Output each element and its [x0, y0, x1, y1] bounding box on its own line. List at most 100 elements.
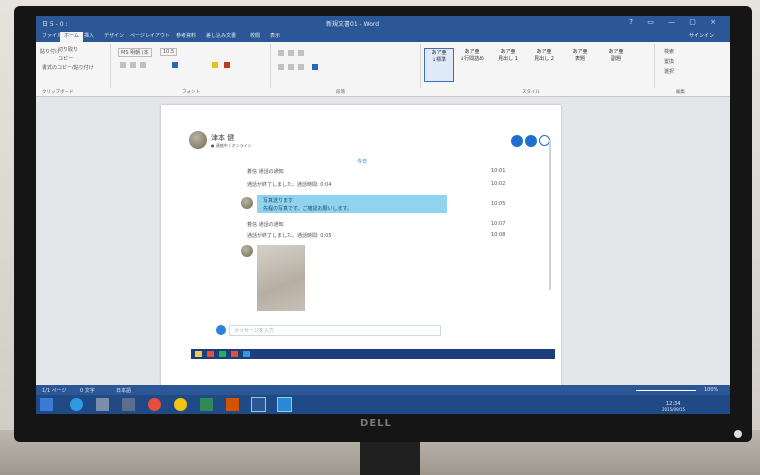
contact-name: 津本 健 [211, 134, 235, 142]
tab-review[interactable]: 校閲 [250, 32, 260, 39]
style-preview: あア亜 [608, 49, 624, 55]
shared-photo[interactable] [257, 245, 305, 311]
window-title: 新規文書01 - Word [326, 21, 380, 28]
style-heading-2[interactable]: あア亜 見出し 2 [530, 48, 558, 80]
power-button[interactable] [734, 430, 742, 438]
monitor: 日 5 - 0 : 新規文書01 - Word ? ▭ — ▢ × ファイル ホ… [14, 6, 752, 442]
message-input[interactable]: メッセージを入力 [229, 325, 441, 336]
skype-icon[interactable] [251, 397, 266, 412]
sender-avatar [241, 245, 253, 257]
mic-icon[interactable] [216, 325, 226, 335]
styles-group: あア亜 ↓標準 あア亜 ↓行間詰め あア亜 見出し 1 あア亜 見出し 2 あア亜 表題 … [422, 44, 655, 95]
word-icon[interactable] [277, 397, 292, 412]
styles-label: スタイル [522, 90, 540, 95]
chrome-icon[interactable] [148, 398, 161, 411]
style-subtitle[interactable]: あア亜 副題 [602, 48, 630, 80]
clipboard-label: クリップボード [42, 90, 74, 95]
sender-avatar [241, 197, 253, 209]
store-icon[interactable] [122, 398, 135, 411]
status-bar: 1/1 ページ 0 文字 日本語 100% [36, 385, 730, 395]
style-title[interactable]: あア亜 表題 [566, 48, 594, 80]
inner-app-icon[interactable] [219, 351, 226, 357]
tab-file[interactable]: ファイル [42, 32, 62, 39]
find-button[interactable]: 検索 [664, 48, 674, 55]
underline-button[interactable] [140, 62, 146, 68]
style-normal[interactable]: あア亜 ↓標準 [424, 48, 454, 82]
chat-message: 着信 通話の通知 [247, 169, 284, 175]
replace-button[interactable]: 置換 [664, 58, 674, 65]
language: 日本語 [116, 388, 132, 394]
tab-view[interactable]: 表示 [270, 32, 280, 39]
tab-insert[interactable]: 挿入 [84, 32, 94, 39]
bullets-icon[interactable] [278, 50, 284, 56]
excel-icon[interactable] [200, 398, 213, 411]
title-bar: 日 5 - 0 : 新規文書01 - Word ? ▭ — ▢ × [36, 16, 730, 30]
style-name: 見出し 2 [534, 56, 554, 62]
font-size-select[interactable]: 10.5 [160, 48, 178, 56]
justify-icon[interactable] [312, 64, 318, 70]
style-name: ↓行間詰め [459, 56, 485, 62]
editing-label: 編集 [676, 90, 685, 95]
video-call-icon[interactable] [511, 135, 523, 147]
inner-app-icon[interactable] [243, 351, 250, 357]
tab-design[interactable]: デザイン [104, 32, 124, 39]
font-color-icon[interactable] [224, 62, 230, 68]
paragraph-group: 段落 [272, 44, 421, 95]
ie-icon[interactable] [70, 398, 83, 411]
align-right-icon[interactable] [298, 64, 304, 70]
clock-date: 2015/09/15 [662, 407, 686, 412]
align-left-icon[interactable] [278, 64, 284, 70]
sign-in-link[interactable]: サインイン [689, 32, 714, 39]
inner-taskbar [191, 349, 555, 359]
format-painter-button[interactable]: 書式のコピー/貼り付け [42, 64, 94, 71]
monitor-logo: DELL [360, 418, 392, 429]
multilevel-list-icon[interactable] [298, 50, 304, 56]
quick-access-toolbar[interactable]: 日 5 - 0 : [42, 19, 67, 28]
message-time: 10:08 [491, 232, 506, 238]
powerpoint-icon[interactable] [226, 398, 239, 411]
copy-button[interactable]: コピー [58, 55, 73, 62]
call-icon[interactable] [525, 135, 537, 147]
inner-app-icon[interactable] [195, 351, 202, 357]
style-preview: あア亜 [431, 50, 447, 56]
chat-scrollbar[interactable] [549, 140, 551, 290]
tab-references[interactable]: 参考資料 [176, 32, 196, 39]
message-time: 10:01 [491, 168, 506, 174]
start-icon[interactable] [40, 398, 53, 411]
style-no-spacing[interactable]: あア亜 ↓行間詰め [458, 48, 486, 80]
style-preview: あア亜 [536, 49, 552, 55]
document-page[interactable]: 津本 健 ● 連絡中 / オンライン 今日 着信 通話の通知 10:01 通話が… [161, 105, 561, 385]
style-name: ↓標準 [431, 57, 447, 63]
italic-button[interactable] [130, 62, 136, 68]
style-name: 表題 [574, 56, 585, 62]
paste-button[interactable]: 貼り付け [40, 48, 60, 55]
chat-message: 通話が終了しました。通話時間: 0:05 [247, 233, 332, 239]
message-time: 10:02 [491, 181, 506, 187]
highlight-icon[interactable] [212, 62, 218, 68]
window-controls[interactable]: ? ▭ — ▢ × [629, 18, 722, 26]
inner-app-icon[interactable] [207, 351, 214, 357]
page-count: 1/1 ページ [42, 388, 67, 394]
align-center-icon[interactable] [288, 64, 294, 70]
taskbar: 12:34 2015/09/15 [36, 395, 730, 414]
select-button[interactable]: 選択 [664, 68, 674, 75]
numbering-icon[interactable] [288, 50, 294, 56]
bubble-line-2: 先程の写真です。ご確認お願いします。 [263, 206, 353, 212]
zoom-slider[interactable] [636, 390, 696, 391]
ribbon: 貼り付け 切り取り コピー 書式のコピー/貼り付け クリップボード MS 明朝 … [36, 42, 730, 97]
bubble-line-1: 写真送ります [263, 198, 294, 204]
contact-status: ● 連絡中 / オンライン [211, 143, 252, 148]
text-effect-icon[interactable] [172, 62, 178, 68]
style-name: 副題 [610, 56, 621, 62]
zoom-level: 100% [704, 387, 719, 393]
style-heading-1[interactable]: あア亜 見出し 1 [494, 48, 522, 80]
tab-home[interactable]: ホーム [60, 32, 83, 42]
media-icon[interactable] [174, 398, 187, 411]
tab-mailings[interactable]: 差し込み文書 [206, 32, 236, 39]
cut-button[interactable]: 切り取り [58, 46, 78, 53]
explorer-icon[interactable] [96, 398, 109, 411]
font-name-select[interactable]: MS 明朝 (本 [118, 48, 152, 57]
inner-app-icon[interactable] [231, 351, 238, 357]
bold-button[interactable] [120, 62, 126, 68]
tab-layout[interactable]: ページレイアウト [130, 32, 170, 39]
